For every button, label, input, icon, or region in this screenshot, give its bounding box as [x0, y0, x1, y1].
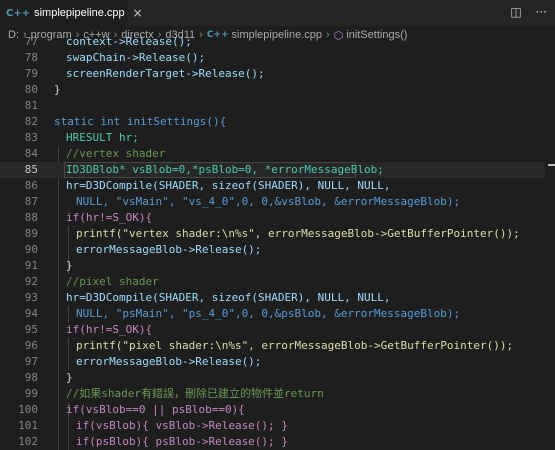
code-line: 77 context->Release();	[0, 34, 555, 50]
line-number: 88	[24, 211, 38, 224]
code-line: 79 screenRenderTarget->Release();	[0, 66, 555, 82]
code-line: 97 errorMessageBlob->Release();	[0, 354, 555, 370]
line-number: 82	[24, 115, 38, 128]
line-number: 86	[24, 179, 38, 192]
code-line: 98}	[0, 370, 555, 386]
close-icon[interactable]: ×	[133, 6, 143, 20]
line-number: 80	[24, 83, 38, 96]
code-line: 100 if(vsBlob==0 || psBlob==0){	[0, 402, 555, 418]
code-line: 78 swapChain->Release();	[0, 50, 555, 66]
line-number: 90	[24, 243, 38, 256]
code-line: 93 hr=D3DCompile(SHADER, sizeof(SHADER), …	[0, 290, 555, 306]
code-line: 90 errorMessageBlob->Release();	[0, 242, 555, 258]
code-line: 88 if(hr!=S_OK){	[0, 210, 555, 226]
code-line: 80}	[0, 82, 555, 98]
line-number: 94	[24, 307, 38, 320]
code-text: context->Release();	[66, 35, 192, 48]
line-number: 101	[18, 419, 38, 432]
line-number: 81	[24, 99, 38, 112]
line-number: 79	[24, 67, 38, 80]
scroll-position-marker	[548, 164, 555, 166]
cpp-file-icon: C++	[6, 7, 31, 19]
line-number: 96	[24, 339, 38, 352]
code-text: //如果shader有錯誤，刪除已建立的物件並return	[66, 387, 324, 400]
code-text: errorMessageBlob->Release();	[76, 243, 262, 256]
code-line-current: 85 ID3DBlob* vsBlob=0,*psBlob=0, *errorMe…	[0, 162, 555, 178]
line-number: 91	[24, 259, 38, 272]
line-number: 92	[24, 275, 38, 288]
editor-actions: ◫ ···	[500, 5, 547, 19]
code-line: 94 NULL, "psMain", "ps_4_0",0, 0,&psBlob,…	[0, 306, 555, 322]
code-text: hr=D3DCompile(SHADER, sizeof(SHADER), NU…	[66, 291, 391, 304]
code-line: 91}	[0, 258, 555, 274]
code-text: printf("pixel shader:\n%s", errorMessage…	[76, 339, 514, 352]
code-line: 95 if(hr!=S_OK){	[0, 322, 555, 338]
code-text: ID3DBlob* vsBlob=0,*psBlob=0, *errorMess…	[66, 163, 384, 176]
line-number: 98	[24, 371, 38, 384]
code-line: 84 //vertex shader	[0, 146, 555, 162]
code-text: if(vsBlob==0 || psBlob==0){	[66, 403, 245, 416]
code-text: screenRenderTarget->Release();	[66, 67, 265, 80]
code-line: 83 HRESULT hr;	[0, 130, 555, 146]
code-text: if(hr!=S_OK){	[66, 323, 153, 336]
line-number: 78	[24, 51, 38, 64]
code-editor[interactable]: 77 context->Release(); 78 swapChain->Relea…	[0, 34, 555, 450]
line-number: 85	[24, 163, 38, 176]
code-text: //pixel shader	[66, 275, 159, 288]
code-text: }	[66, 371, 73, 384]
code-text: hr=D3DCompile(SHADER, sizeof(SHADER), NU…	[66, 179, 391, 192]
code-line: 99 //如果shader有錯誤，刪除已建立的物件並return	[0, 386, 555, 402]
code-line: 92 //pixel shader	[0, 274, 555, 290]
code-text: if(vsBlob){ vsBlob->Release(); }	[76, 419, 288, 432]
code-line: 101 if(vsBlob){ vsBlob->Release(); }	[0, 418, 555, 434]
code-text: NULL, "vsMain", "vs_4_0",0, 0,&vsBlob, &…	[76, 195, 461, 208]
code-text: errorMessageBlob->Release();	[76, 355, 262, 368]
code-text: if(psBlob){ psBlob->Release(); }	[76, 435, 288, 448]
line-number: 102	[18, 435, 38, 448]
code-text: }	[66, 259, 73, 272]
line-number: 84	[24, 147, 38, 160]
line-number: 95	[24, 323, 38, 336]
code-line: 89 printf("vertex shader:\n%s", errorMess…	[0, 226, 555, 242]
tab-bar: C++ simplepipeline.cpp × ◫ ···	[0, 0, 555, 26]
code-text: swapChain->Release();	[66, 51, 206, 64]
code-line: 96 printf("pixel shader:\n%s", errorMessa…	[0, 338, 555, 354]
line-number: 83	[24, 131, 38, 144]
code-text: HRESULT hr;	[66, 131, 139, 144]
line-number: 100	[18, 403, 38, 416]
line-number: 77	[24, 35, 38, 48]
line-number: 93	[24, 291, 38, 304]
tab-label: simplepipeline.cpp	[34, 7, 125, 19]
code-line: 81	[0, 98, 555, 114]
code-line: 102 if(psBlob){ psBlob->Release(); }	[0, 434, 555, 450]
code-text: printf("vertex shader:\n%s", errorMessag…	[76, 227, 520, 240]
split-editor-icon[interactable]: ◫	[510, 5, 521, 19]
code-line: 82 static int initSettings(){	[0, 114, 555, 130]
code-text: }	[54, 83, 61, 96]
line-number: 89	[24, 227, 38, 240]
code-text: static int initSettings(){	[54, 115, 227, 128]
code-text: NULL, "psMain", "ps_4_0",0, 0,&psBlob, &…	[76, 307, 461, 320]
code-line: 86 hr=D3DCompile(SHADER, sizeof(SHADER), …	[0, 178, 555, 194]
line-number: 87	[24, 195, 38, 208]
more-actions-icon[interactable]: ···	[536, 5, 547, 19]
minimap-scrollbar[interactable]	[545, 44, 555, 446]
tab-simplepipeline[interactable]: C++ simplepipeline.cpp ×	[0, 0, 143, 26]
code-text: //vertex shader	[66, 147, 166, 160]
code-text: if(hr!=S_OK){	[66, 211, 153, 224]
line-number: 99	[24, 387, 38, 400]
line-number: 97	[24, 355, 38, 368]
code-line: 87 NULL, "vsMain", "vs_4_0",0, 0,&vsBlob,…	[0, 194, 555, 210]
